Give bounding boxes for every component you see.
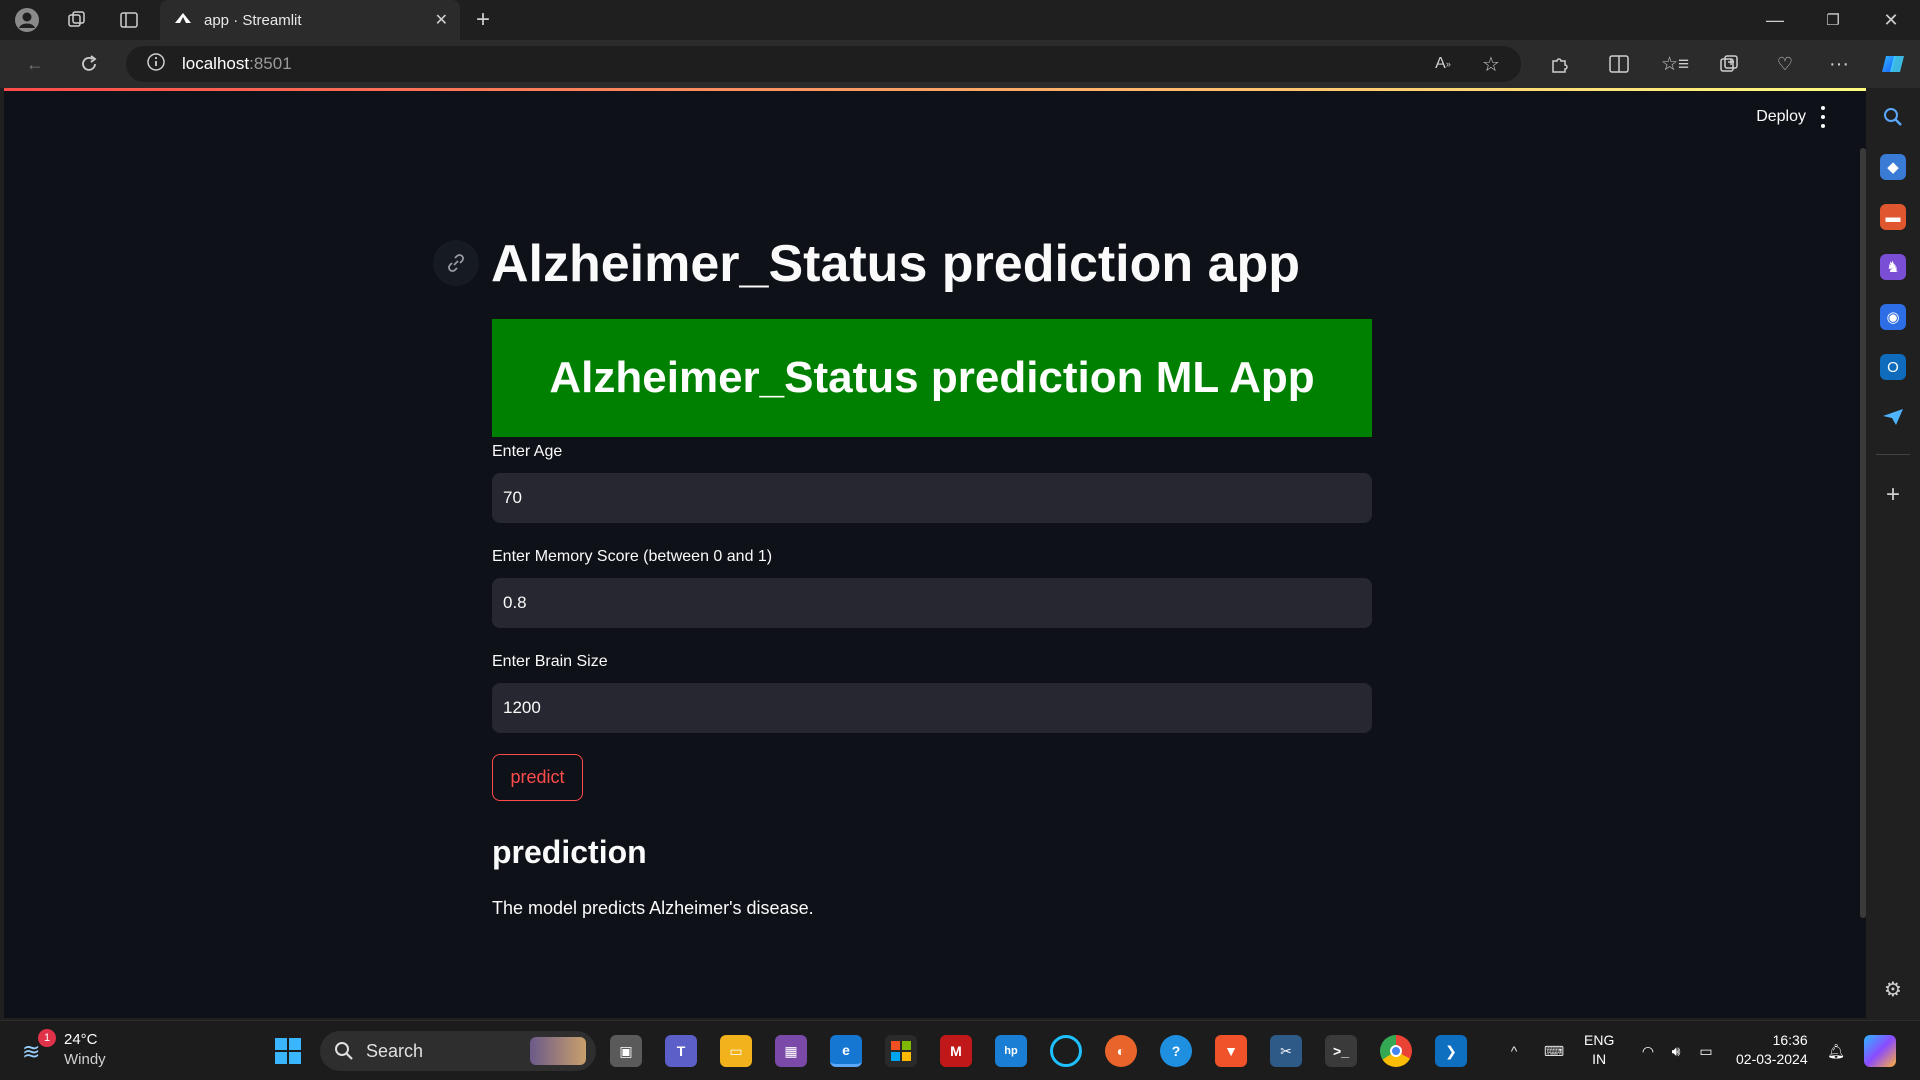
copilot-taskbar-icon[interactable] [1864, 1035, 1896, 1067]
windows-start-icon[interactable] [272, 1035, 304, 1067]
edge-sidebar: ◆ ▬ ♞ ◉ O + ⚙ [1866, 88, 1920, 1018]
close-tab-icon[interactable]: ✕ [435, 10, 448, 30]
photos-app-icon[interactable]: ▦ [775, 1035, 807, 1067]
file-explorer-icon[interactable]: ▭ [720, 1035, 752, 1067]
weather-desc: Windy [64, 1051, 106, 1068]
close-window-icon[interactable]: ✕ [1876, 6, 1906, 34]
weather-temp: 24°C [64, 1031, 98, 1048]
cortana-icon[interactable] [1050, 1035, 1082, 1067]
streamlit-header-decoration [4, 88, 1866, 91]
chrome-icon[interactable] [1380, 1035, 1412, 1067]
clock-time: 16:36 [1772, 1032, 1808, 1048]
mcafee-icon[interactable]: M [940, 1035, 972, 1067]
page-title: Alzheimer_Status prediction app [491, 235, 1301, 293]
main-menu-icon[interactable] [1818, 106, 1828, 128]
microsoft-365-icon[interactable]: ◉ [1880, 304, 1906, 330]
browser-address-bar: ← localhost:8501 A» ☆ ☆≡ ♡ ··· [0, 40, 1920, 88]
edge-browser-icon[interactable]: e [830, 1035, 862, 1067]
taskbar-search[interactable]: Search [320, 1031, 596, 1071]
myhp-icon[interactable]: hp [995, 1035, 1027, 1067]
language-top: ENG [1584, 1032, 1615, 1048]
shopping-tag-icon[interactable]: ◆ [1880, 154, 1906, 180]
search-label: Search [366, 1040, 424, 1061]
copilot-icon[interactable] [1878, 48, 1910, 80]
weather-badge: 1 [38, 1029, 56, 1047]
vertical-tabs-icon[interactable] [114, 6, 144, 34]
clock-date: 02-03-2024 [1736, 1051, 1808, 1067]
age-label: Enter Age [492, 443, 563, 460]
memory-score-label: Enter Memory Score (between 0 and 1) [492, 548, 773, 565]
show-hidden-icons-chevron-icon[interactable]: ^ [1498, 1035, 1530, 1067]
new-tab-icon[interactable]: + [468, 6, 498, 34]
app-banner: Alzheimer_Status prediction ML App [492, 319, 1372, 437]
microsoft-store-icon[interactable] [885, 1035, 917, 1067]
search-icon [335, 1042, 353, 1060]
streamlit-favicon-icon [174, 11, 192, 29]
profile-icon[interactable] [12, 6, 42, 34]
windows-taskbar: ≋ 1 24°C Windy Search ▣ T ▭ ▦ e M hp ◐ ?… [0, 1020, 1920, 1080]
keyboard-icon[interactable]: ⌨ [1538, 1035, 1570, 1067]
deploy-button[interactable]: Deploy [1756, 108, 1806, 126]
drop-send-icon[interactable] [1880, 404, 1906, 430]
back-icon[interactable]: ← [20, 50, 50, 78]
memory-score-input[interactable] [492, 578, 1372, 628]
favorite-star-icon[interactable]: ☆ [1476, 50, 1506, 78]
clock[interactable]: 16:36 02-03-2024 [1736, 1031, 1808, 1069]
more-options-icon[interactable]: ··· [1824, 50, 1854, 78]
tab-title: app · Streamlit [204, 11, 302, 29]
weather-text[interactable]: 24°C Windy [64, 1030, 106, 1070]
firefox-icon[interactable]: ◐ [1105, 1035, 1137, 1067]
restore-icon[interactable]: ❐ [1818, 6, 1848, 34]
browser-essentials-icon[interactable]: ♡ [1770, 50, 1800, 78]
games-icon[interactable]: ♞ [1880, 254, 1906, 280]
site-info-icon[interactable] [146, 52, 166, 77]
get-help-icon[interactable]: ? [1160, 1035, 1192, 1067]
extensions-icon[interactable] [1544, 50, 1574, 78]
vscode-icon[interactable]: ❯ [1435, 1035, 1467, 1067]
notification-bell-icon[interactable]: 🔔︎ [1820, 1035, 1852, 1067]
split-screen-icon[interactable] [1604, 50, 1634, 78]
brain-size-input[interactable] [492, 683, 1372, 733]
browser-tab-bar: app · Streamlit ✕ + — ❐ ✕ [0, 0, 1920, 40]
terminal-icon[interactable]: >_ [1325, 1035, 1357, 1067]
weather-widget[interactable]: ≋ 1 [22, 1029, 62, 1069]
workspaces-icon[interactable] [62, 6, 92, 34]
prediction-heading: prediction [492, 834, 647, 870]
sidebar-divider [1876, 454, 1910, 455]
banner-text: Alzheimer_Status prediction ML App [549, 353, 1315, 402]
outlook-icon[interactable]: O [1880, 354, 1906, 380]
brain-size-label: Enter Brain Size [492, 653, 608, 670]
language-bottom: IN [1592, 1051, 1607, 1067]
streamlit-app-viewport: Deploy Alzheimer_Status prediction app A… [4, 88, 1866, 1018]
tab-streamlit-app[interactable]: app · Streamlit ✕ [160, 0, 460, 40]
teams-icon[interactable]: T [665, 1035, 697, 1067]
header-anchor-link-icon[interactable] [433, 240, 479, 286]
age-input[interactable] [492, 473, 1372, 523]
task-view-icon[interactable]: ▣ [610, 1035, 642, 1067]
favorites-icon[interactable]: ☆≡ [1660, 50, 1690, 78]
battery-icon[interactable]: ▭ [1690, 1035, 1722, 1067]
collections-icon[interactable] [1714, 50, 1744, 78]
read-aloud-icon[interactable]: A» [1428, 50, 1458, 78]
url-field[interactable]: localhost:8501 [126, 46, 1521, 82]
refresh-icon[interactable] [74, 50, 104, 78]
minimize-icon[interactable]: — [1760, 6, 1790, 34]
url-host: localhost [182, 54, 250, 73]
sidebar-settings-gear-icon[interactable]: ⚙ [1880, 976, 1906, 1002]
volume-icon[interactable]: 🔊︎ [1660, 1035, 1692, 1067]
url-port: :8501 [249, 54, 292, 73]
tools-briefcase-icon[interactable]: ▬ [1880, 204, 1906, 230]
language-indicator[interactable]: ENG IN [1584, 1031, 1614, 1069]
windy-weather-icon: ≋ [22, 1039, 41, 1064]
snipping-tool-icon[interactable]: ✂ [1270, 1035, 1302, 1067]
predict-button[interactable]: predict [492, 754, 583, 801]
sidebar-search-icon[interactable] [1880, 104, 1906, 130]
add-sidebar-app-icon[interactable]: + [1880, 481, 1906, 508]
brave-icon[interactable]: ▼ [1215, 1035, 1247, 1067]
search-highlight-image [530, 1037, 586, 1065]
prediction-result: The model predicts Alzheimer's disease. [492, 898, 814, 918]
